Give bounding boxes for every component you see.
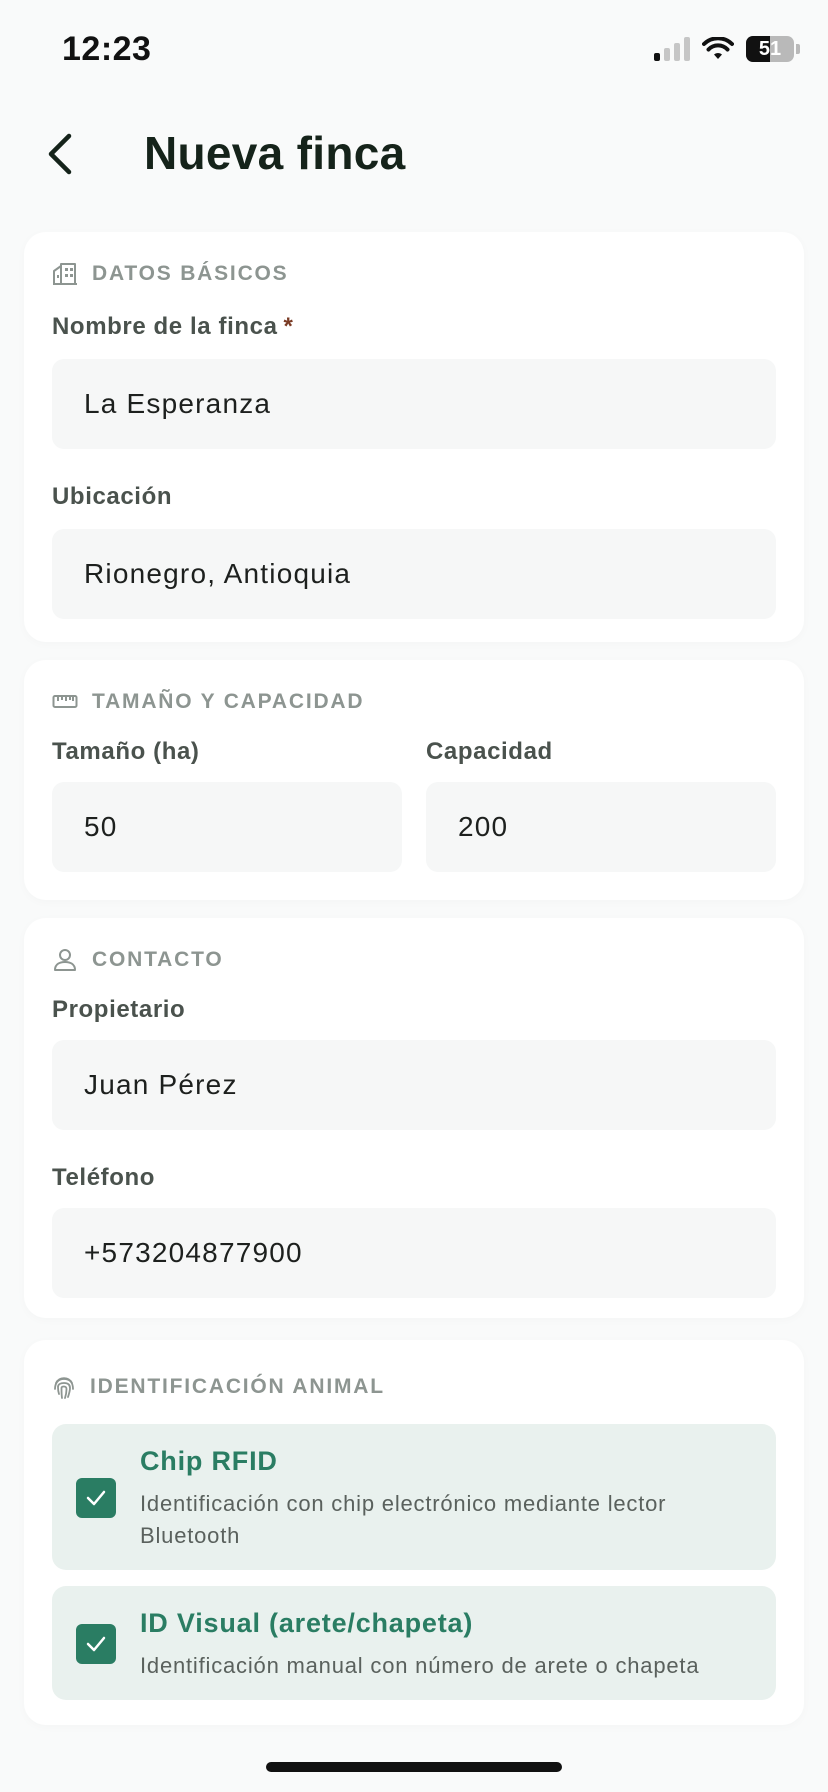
section-title: DATOS BÁSICOS xyxy=(92,262,289,285)
capacity-input[interactable]: 200 xyxy=(426,782,776,872)
size-capacity-card: TAMAÑO Y CAPACIDAD Tamaño (ha) 50 Capaci… xyxy=(24,660,804,900)
capacity-label: Capacidad xyxy=(426,738,553,765)
wifi-icon xyxy=(702,37,734,59)
option-rfid[interactable]: Chip RFID Identificación con chip electr… xyxy=(52,1424,776,1570)
contact-header: CONTACTO xyxy=(52,948,776,972)
phone-input[interactable]: +573204877900 xyxy=(52,1208,776,1298)
check-icon xyxy=(86,1636,106,1652)
section-title: IDENTIFICACIÓN ANIMAL xyxy=(90,1375,385,1398)
battery-level: 51 xyxy=(758,37,782,60)
option-title: Chip RFID xyxy=(140,1446,278,1476)
status-icons: 51 xyxy=(654,36,800,62)
building-icon xyxy=(53,263,77,285)
status-time: 12:23 xyxy=(62,30,152,68)
size-capacity-header: TAMAÑO Y CAPACIDAD xyxy=(52,690,776,714)
home-indicator xyxy=(266,1762,562,1772)
option-title: ID Visual (arete/chapeta) xyxy=(140,1608,474,1638)
status-bar: 12:23 51 xyxy=(0,0,828,100)
chevron-left-icon xyxy=(48,133,72,175)
owner-label: Propietario xyxy=(52,996,186,1023)
option-visual-id[interactable]: ID Visual (arete/chapeta) Identificación… xyxy=(52,1586,776,1700)
owner-input[interactable]: Juan Pérez xyxy=(52,1040,776,1130)
option-description: Identificación con chip electrónico medi… xyxy=(140,1491,667,1548)
size-input[interactable]: 50 xyxy=(52,782,402,872)
option-description: Identificación manual con número de aret… xyxy=(140,1653,700,1678)
rfid-checkbox[interactable] xyxy=(76,1478,116,1518)
contact-card: CONTACTO Propietario Juan Pérez Teléfono… xyxy=(24,918,804,1318)
back-button[interactable] xyxy=(30,124,90,184)
person-icon xyxy=(54,949,76,971)
header: Nueva finca xyxy=(0,110,828,200)
cellular-signal-icon xyxy=(654,37,690,61)
check-icon xyxy=(86,1490,106,1506)
required-mark: * xyxy=(283,313,294,340)
ruler-icon xyxy=(52,695,78,708)
farm-name-input[interactable]: La Esperanza xyxy=(52,359,776,449)
page-title: Nueva finca xyxy=(144,127,406,179)
fingerprint-icon xyxy=(54,1377,74,1399)
section-title: CONTACTO xyxy=(92,948,224,971)
basic-data-card: DATOS BÁSICOS Nombre de la finca * La Esp… xyxy=(24,232,804,642)
section-title: TAMAÑO Y CAPACIDAD xyxy=(92,690,365,713)
battery-icon: 51 xyxy=(746,36,800,62)
basic-data-header: DATOS BÁSICOS xyxy=(52,262,776,286)
location-label: Ubicación xyxy=(52,483,173,510)
size-label: Tamaño (ha) xyxy=(52,738,200,765)
farm-name-label: Nombre de la finca * xyxy=(52,313,294,340)
phone-label: Teléfono xyxy=(52,1164,156,1191)
animal-id-card: IDENTIFICACIÓN ANIMAL Chip RFID Identifi… xyxy=(24,1340,804,1725)
visual-id-checkbox[interactable] xyxy=(76,1624,116,1664)
animal-id-header: IDENTIFICACIÓN ANIMAL xyxy=(52,1374,776,1400)
location-input[interactable]: Rionegro, Antioquia xyxy=(52,529,776,619)
